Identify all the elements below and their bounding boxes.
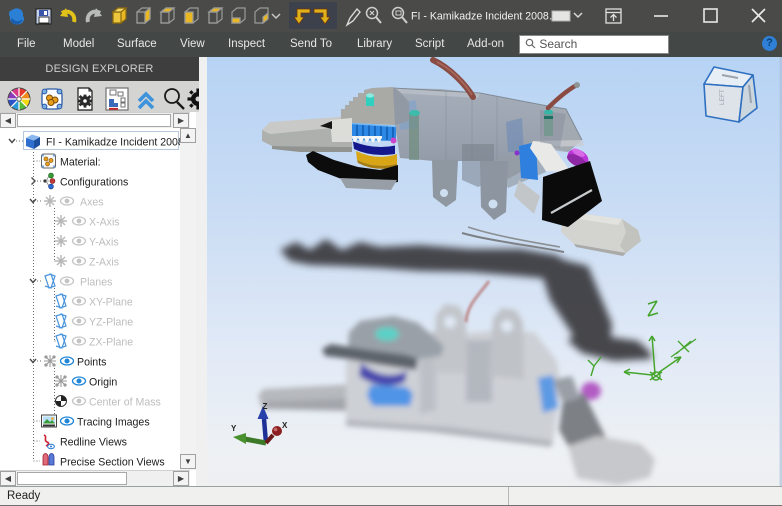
svg-text:Redline Views: Redline Views xyxy=(60,437,127,449)
svg-text:Tracing Images: Tracing Images xyxy=(77,417,150,429)
svg-text:Configurations: Configurations xyxy=(60,177,128,189)
svg-text:FI - Kamikadze Incident 2008…: FI - Kamikadze Incident 2008… xyxy=(411,11,559,23)
svg-text:Precise Section Views: Precise Section Views xyxy=(60,457,165,469)
svg-text:Material:: Material: xyxy=(60,157,101,169)
svg-text:Points: Points xyxy=(77,357,106,369)
svg-text:Axes: Axes xyxy=(80,197,104,209)
svg-text:Origin: Origin xyxy=(89,377,117,389)
svg-text:XY-Plane: XY-Plane xyxy=(89,297,133,309)
svg-text:Y: Y xyxy=(231,424,237,433)
svg-text:Center of Mass: Center of Mass xyxy=(89,397,161,409)
svg-text:Z-Axis: Z-Axis xyxy=(89,257,119,269)
svg-text:Planes: Planes xyxy=(80,277,112,289)
svg-text:Y-Axis: Y-Axis xyxy=(89,237,119,249)
svg-text:X: X xyxy=(282,421,288,430)
svg-text:ZX-Plane: ZX-Plane xyxy=(89,337,133,349)
svg-text:Z: Z xyxy=(263,402,268,411)
svg-text:LEFT: LEFT xyxy=(719,89,726,105)
svg-text:X-Axis: X-Axis xyxy=(89,217,120,229)
svg-text:FI - Kamikadze Incident 2008: FI - Kamikadze Incident 2008 xyxy=(46,137,180,149)
svg-text:YZ-Plane: YZ-Plane xyxy=(89,317,133,329)
